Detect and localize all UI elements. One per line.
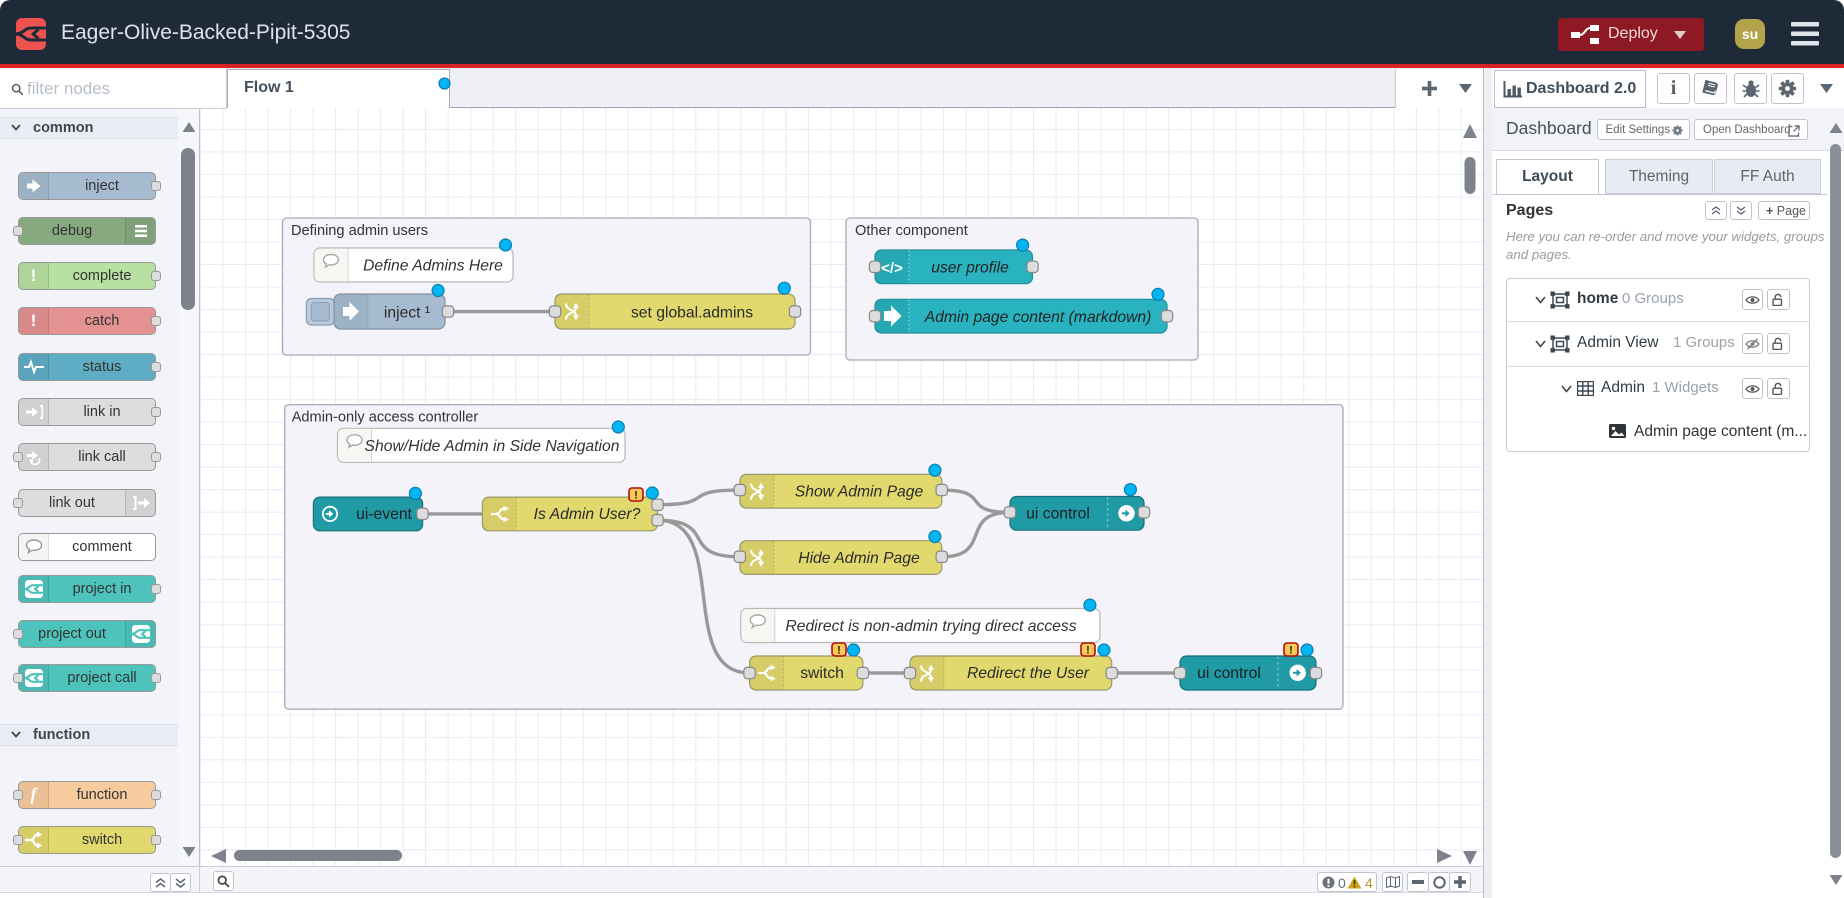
svg-text:!: ! bbox=[1086, 645, 1090, 657]
svg-text:Redirect is non-admin trying d: Redirect is non-admin trying direct acce… bbox=[785, 618, 1076, 635]
svg-text:Define Admins Here: Define Admins Here bbox=[363, 258, 503, 275]
svg-text:Show/Hide Admin in Side Naviga: Show/Hide Admin in Side Navigation bbox=[365, 438, 620, 455]
svg-text:Admin page content (markdown): Admin page content (markdown) bbox=[924, 309, 1152, 326]
svg-text:inject ¹: inject ¹ bbox=[384, 305, 430, 322]
svg-text:set global.admins: set global.admins bbox=[631, 305, 753, 322]
svg-text:Is Admin User?: Is Admin User? bbox=[534, 506, 641, 523]
svg-text:ui control: ui control bbox=[1026, 506, 1090, 523]
svg-text:Hide Admin Page: Hide Admin Page bbox=[798, 550, 920, 567]
svg-text:Admin-only access controller: Admin-only access controller bbox=[292, 410, 479, 426]
svg-text:!: ! bbox=[634, 490, 638, 502]
svg-text:Redirect the User: Redirect the User bbox=[967, 665, 1090, 682]
svg-text:switch: switch bbox=[800, 665, 844, 682]
svg-text:ui-event: ui-event bbox=[356, 506, 412, 523]
svg-text:!: ! bbox=[1289, 645, 1293, 657]
svg-text:ui control: ui control bbox=[1197, 665, 1261, 682]
svg-text:Defining admin users: Defining admin users bbox=[291, 223, 428, 239]
svg-text:Show Admin Page: Show Admin Page bbox=[795, 484, 924, 501]
svg-text:Other component: Other component bbox=[855, 223, 968, 239]
svg-text:!: ! bbox=[837, 645, 841, 657]
svg-text:</>: </> bbox=[881, 260, 903, 277]
svg-text:user profile: user profile bbox=[931, 260, 1009, 277]
